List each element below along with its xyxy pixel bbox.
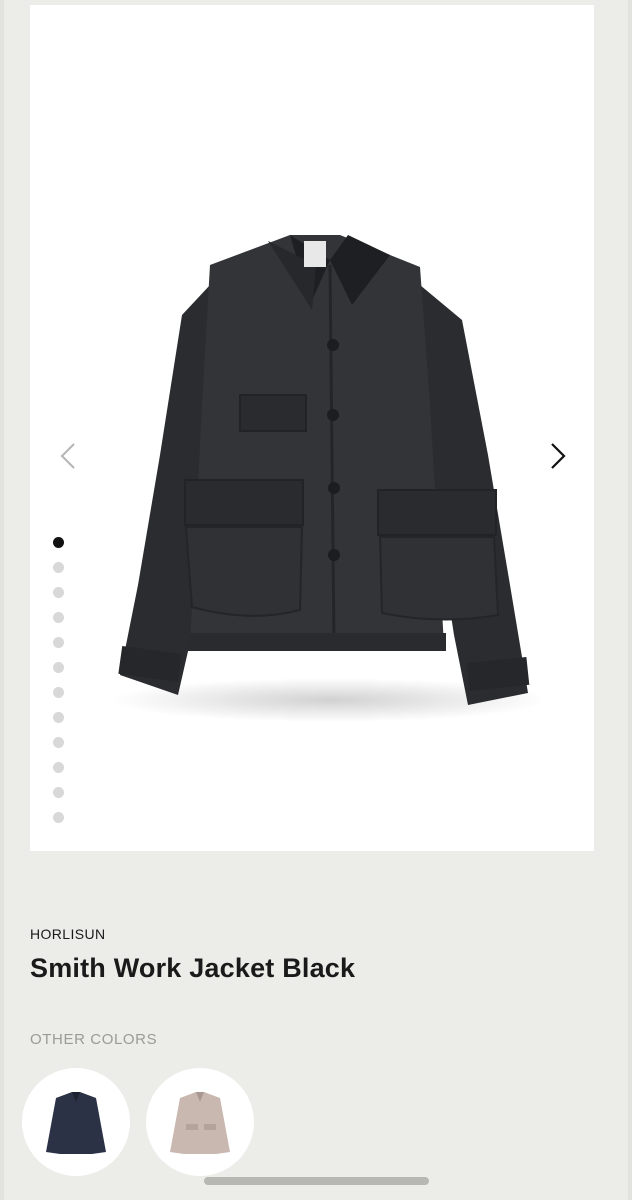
slide-dot[interactable]: [53, 737, 64, 748]
other-colors-label: OTHER COLORS: [30, 1031, 158, 1048]
color-swatch-beige[interactable]: [146, 1068, 254, 1176]
brand-name[interactable]: HORLISUN: [30, 926, 106, 942]
previous-image-button[interactable]: [48, 433, 88, 479]
slide-dot-active[interactable]: [53, 537, 64, 548]
next-image-button[interactable]: [538, 433, 578, 479]
home-indicator[interactable]: [204, 1177, 429, 1185]
slide-dot[interactable]: [53, 687, 64, 698]
frame-edge-left: [0, 0, 4, 1200]
work-jacket-photo: [110, 235, 540, 722]
slide-dot[interactable]: [53, 637, 64, 648]
slide-dot[interactable]: [53, 762, 64, 773]
slide-dot[interactable]: [53, 612, 64, 623]
slide-dot[interactable]: [53, 812, 64, 823]
slide-indicator: [53, 537, 67, 837]
color-swatch-navy[interactable]: [22, 1068, 130, 1176]
slide-dot[interactable]: [53, 662, 64, 673]
beige-jacket-thumbnail: [170, 1092, 230, 1154]
navy-jacket-thumbnail: [46, 1092, 106, 1154]
chevron-left-icon: [60, 443, 75, 469]
slide-dot[interactable]: [53, 587, 64, 598]
slide-dot[interactable]: [53, 787, 64, 798]
frame-edge-right: [628, 0, 632, 1200]
product-title: Smith Work Jacket Black: [30, 953, 356, 983]
product-image-gallery[interactable]: [30, 5, 594, 851]
slide-dot[interactable]: [53, 562, 64, 573]
slide-dot[interactable]: [53, 712, 64, 723]
chevron-right-icon: [551, 443, 566, 469]
